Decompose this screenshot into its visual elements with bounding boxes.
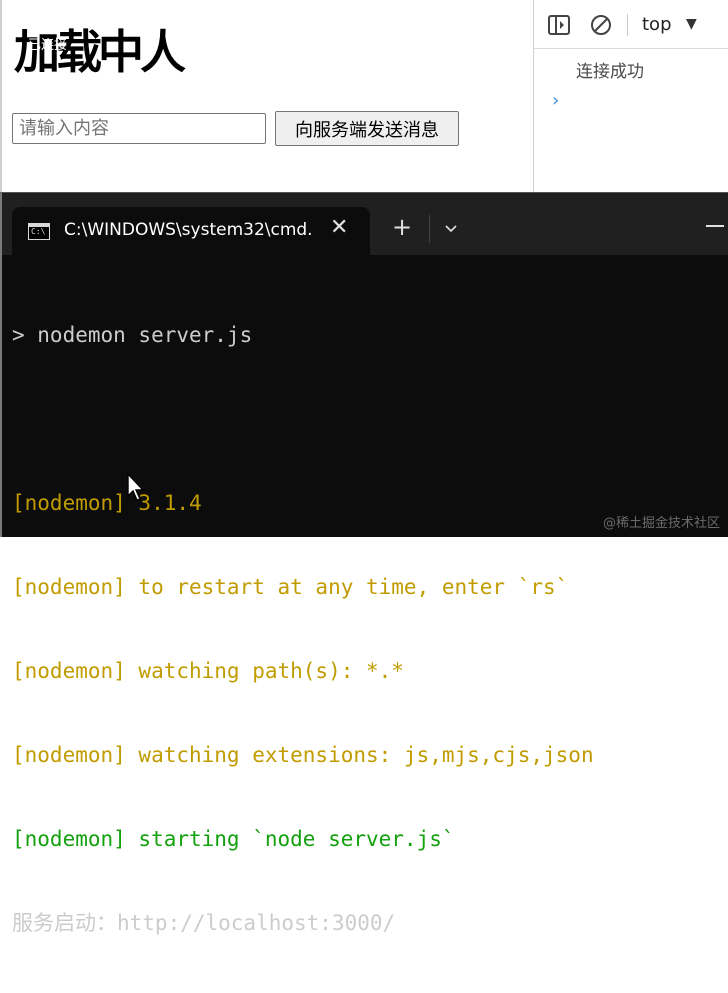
terminal-tab[interactable]: C:\ C:\WINDOWS\system32\cmd. ✕ (12, 207, 370, 255)
terminal-line: > nodemon server.js (12, 323, 253, 347)
chevron-down-icon[interactable] (442, 219, 460, 237)
console-toolbar: top ▼ (534, 0, 728, 49)
terminal-output: > nodemon server.js [nodemon] 3.1.4 [nod… (12, 265, 594, 993)
close-tab-icon[interactable]: ✕ (330, 215, 348, 240)
new-tab-button[interactable]: + (392, 215, 412, 239)
context-selector[interactable]: top (642, 14, 672, 35)
console-prompt-icon[interactable]: › (552, 90, 559, 111)
terminal-line: [nodemon] to restart at any time, enter … (12, 575, 569, 599)
terminal-line: [nodemon] watching path(s): *.* (12, 659, 404, 683)
message-input[interactable] (12, 113, 266, 144)
server-started-label: 服务启动： (12, 911, 117, 935)
terminal-line: [nodemon] 3.1.4 (12, 491, 202, 515)
terminal-window: C:\ C:\WINDOWS\system32\cmd. ✕ + > nodem… (0, 192, 728, 935)
page-heading: 加载中人 已连接 (14, 16, 186, 82)
terminal-line: [nodemon] starting `node server.js` (12, 827, 455, 851)
mouse-cursor-icon (127, 472, 145, 501)
titlebar-divider (429, 215, 430, 243)
sidebar-toggle-icon[interactable] (546, 12, 572, 38)
terminal-line: [nodemon] watching extensions: js,mjs,cj… (12, 743, 594, 767)
context-dropdown-icon[interactable]: ▼ (686, 16, 697, 32)
terminal-titlebar: C:\ C:\WINDOWS\system32\cmd. ✕ + (2, 193, 728, 255)
console-log-message: 连接成功 (576, 62, 644, 82)
watermark-text: @稀土掘金技术社区 (602, 516, 720, 531)
server-url: http://localhost:3000/ (117, 911, 396, 935)
minimize-icon[interactable] (706, 225, 724, 227)
send-to-server-button[interactable]: 向服务端发送消息 (275, 111, 459, 146)
toolbar-divider (627, 14, 628, 36)
cmd-icon: C:\ (28, 223, 50, 240)
page-heading-overlay-text: 已连接 (28, 38, 68, 53)
clear-console-icon[interactable] (588, 12, 614, 38)
tab-title: C:\WINDOWS\system32\cmd. (64, 220, 313, 240)
terminal-line-server-started: 服务启动：http://localhost:3000/ (12, 909, 594, 937)
devtools-console-panel: top ▼ 连接成功 › (533, 0, 728, 192)
